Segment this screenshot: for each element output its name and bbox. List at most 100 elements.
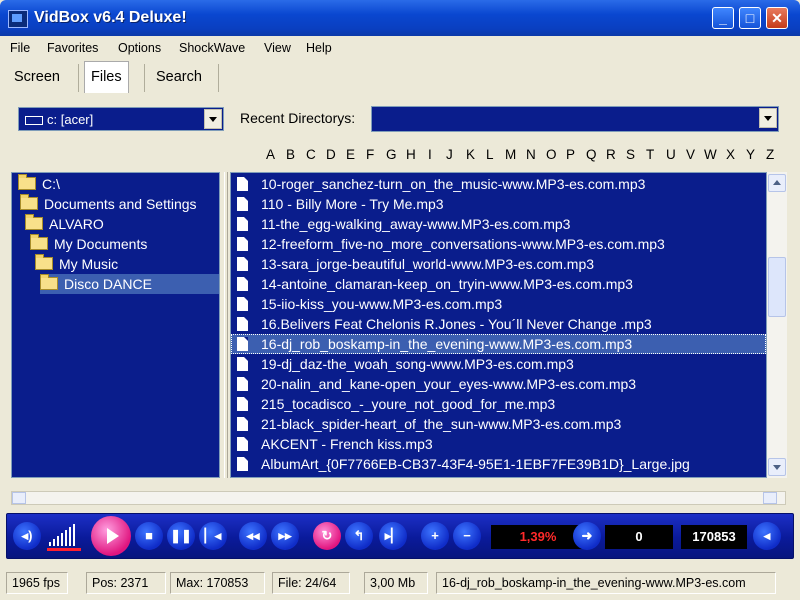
recent-directories-select[interactable] xyxy=(371,106,779,132)
tab-screen[interactable]: Screen xyxy=(8,62,66,92)
letter-m[interactable]: M xyxy=(505,147,516,162)
file-row[interactable]: 19-dj_daz-the_woah_song-www.MP3-es.com.m… xyxy=(231,354,766,374)
step-back-icon[interactable]: ↰ xyxy=(345,522,373,550)
tree-item-alvaro[interactable]: ALVARO xyxy=(25,214,104,234)
play-icon[interactable] xyxy=(91,516,131,556)
letter-e[interactable]: E xyxy=(346,147,355,162)
tab-files[interactable]: Files xyxy=(84,61,129,93)
letter-o[interactable]: O xyxy=(546,147,557,162)
file-row[interactable]: AKCENT - French kiss.mp3 xyxy=(231,434,766,454)
status-size: 3,00 Mb xyxy=(364,572,428,594)
menu-view[interactable]: View xyxy=(264,41,291,55)
letter-q[interactable]: Q xyxy=(586,147,597,162)
rewind-icon[interactable]: ◂◂ xyxy=(239,522,267,550)
letter-b[interactable]: B xyxy=(286,147,295,162)
max-display: 170853 xyxy=(681,525,747,549)
letter-w[interactable]: W xyxy=(704,147,717,162)
letter-p[interactable]: P xyxy=(566,147,575,162)
title-bar[interactable]: VidBox v6.4 Deluxe! _ □ ✕ xyxy=(0,0,800,36)
status-max: Max: 170853 xyxy=(170,572,265,594)
letter-y[interactable]: Y xyxy=(746,147,755,162)
file-row[interactable]: 15-iio-kiss_you-www.MP3-es.com.mp3 xyxy=(231,294,766,314)
file-row[interactable]: 215_tocadisco_-_youre_not_good_for_me.mp… xyxy=(231,394,766,414)
seek-left-button[interactable] xyxy=(12,492,26,504)
letter-z[interactable]: Z xyxy=(766,147,774,162)
file-row-selected[interactable]: 16-dj_rob_boskamp-in_the_evening-www.MP3… xyxy=(231,334,766,354)
file-row[interactable]: 16.Belivers Feat Chelonis R.Jones - You´… xyxy=(231,314,766,334)
goto-icon[interactable]: ➜ xyxy=(573,522,601,550)
drive-value: c: [acer] xyxy=(47,112,94,127)
file-row[interactable]: 21-black_spider-heart_of_the_sun-www.MP3… xyxy=(231,414,766,434)
step-forward-icon[interactable]: ▸▏ xyxy=(379,522,407,550)
letter-s[interactable]: S xyxy=(626,147,635,162)
close-button[interactable]: ✕ xyxy=(766,7,788,29)
letter-r[interactable]: R xyxy=(606,147,616,162)
drive-select[interactable]: c: [acer] xyxy=(18,107,224,131)
zoom-in-icon[interactable]: + xyxy=(421,522,449,550)
tree-item-my-documents[interactable]: My Documents xyxy=(30,234,147,254)
stop-icon[interactable]: ■ xyxy=(135,522,163,550)
file-row[interactable]: 12-freeform_five-no_more_conversations-w… xyxy=(231,234,766,254)
file-row[interactable]: AlbumArt_{0F7766EB-CB37-43F4-95E1-1EBF7F… xyxy=(231,454,766,474)
letter-c[interactable]: C xyxy=(306,147,316,162)
file-row[interactable]: 11-the_egg-walking_away-www.MP3-es.com.m… xyxy=(231,214,766,234)
file-icon xyxy=(237,297,248,311)
prev-icon[interactable]: ▏◂ xyxy=(199,522,227,550)
letter-f[interactable]: F xyxy=(366,147,374,162)
scroll-down-button[interactable] xyxy=(768,458,786,476)
letter-t[interactable]: T xyxy=(646,147,654,162)
volume-icon[interactable]: ◂) xyxy=(13,522,41,550)
file-row[interactable]: 20-nalin_and_kane-open_your_eyes-www.MP3… xyxy=(231,374,766,394)
percent-display: 1,39% xyxy=(491,525,585,549)
file-list[interactable]: 10-roger_sanchez-turn_on_the_music-www.M… xyxy=(230,172,767,478)
file-row[interactable]: 14-antoine_clamaran-keep_on_tryin-www.MP… xyxy=(231,274,766,294)
letter-a[interactable]: A xyxy=(266,147,275,162)
recent-dropdown-button[interactable] xyxy=(759,108,777,128)
back-icon[interactable]: ◂ xyxy=(753,522,781,550)
seek-thumb[interactable] xyxy=(763,492,777,504)
menu-options[interactable]: Options xyxy=(118,41,161,55)
letter-l[interactable]: L xyxy=(486,147,494,162)
tree-item-root[interactable]: C:\ xyxy=(18,174,60,194)
position-display: 0 xyxy=(605,525,673,549)
tab-search[interactable]: Search xyxy=(150,62,208,92)
minimize-button[interactable]: _ xyxy=(712,7,734,29)
letter-i[interactable]: I xyxy=(428,147,432,162)
menu-file[interactable]: File xyxy=(10,41,30,55)
scroll-up-button[interactable] xyxy=(768,174,786,192)
forward-icon[interactable]: ▸▸ xyxy=(271,522,299,550)
scroll-thumb[interactable] xyxy=(768,257,786,317)
letter-h[interactable]: H xyxy=(406,147,416,162)
menu-shockwave[interactable]: ShockWave xyxy=(179,41,245,55)
drive-icon xyxy=(25,116,43,125)
file-name: 110 - Billy More - Try Me.mp3 xyxy=(261,196,444,212)
file-icon xyxy=(237,337,248,351)
folder-tree[interactable]: C:\ Documents and Settings ALVARO My Doc… xyxy=(11,172,220,478)
zoom-out-icon[interactable]: − xyxy=(453,522,481,550)
file-row[interactable]: 10-roger_sanchez-turn_on_the_music-www.M… xyxy=(231,174,766,194)
letter-g[interactable]: G xyxy=(386,147,397,162)
menu-help[interactable]: Help xyxy=(306,41,332,55)
menu-favorites[interactable]: Favorites xyxy=(47,41,98,55)
pane-splitter[interactable] xyxy=(221,172,229,478)
tree-item-my-music[interactable]: My Music xyxy=(35,254,118,274)
tree-item-disco-dance[interactable]: Disco DANCE xyxy=(40,274,219,294)
pause-icon[interactable]: ❚❚ xyxy=(167,522,195,550)
folder-open-icon xyxy=(20,194,38,210)
file-row[interactable]: 13-sara_jorge-beautiful_world-www.MP3-es… xyxy=(231,254,766,274)
letter-d[interactable]: D xyxy=(326,147,336,162)
letter-n[interactable]: N xyxy=(526,147,536,162)
tree-item-documents-and-settings[interactable]: Documents and Settings xyxy=(20,194,197,214)
volume-level-icon[interactable] xyxy=(49,522,79,546)
letter-x[interactable]: X xyxy=(726,147,735,162)
maximize-button[interactable]: □ xyxy=(739,7,761,29)
letter-k[interactable]: K xyxy=(466,147,475,162)
letter-j[interactable]: J xyxy=(446,147,453,162)
drive-dropdown-button[interactable] xyxy=(204,109,222,129)
loop-icon[interactable]: ↻ xyxy=(313,522,341,550)
seek-bar[interactable] xyxy=(11,491,786,505)
file-list-scrollbar[interactable] xyxy=(767,172,787,478)
letter-u[interactable]: U xyxy=(666,147,676,162)
letter-v[interactable]: V xyxy=(686,147,695,162)
file-row[interactable]: 110 - Billy More - Try Me.mp3 xyxy=(231,194,766,214)
